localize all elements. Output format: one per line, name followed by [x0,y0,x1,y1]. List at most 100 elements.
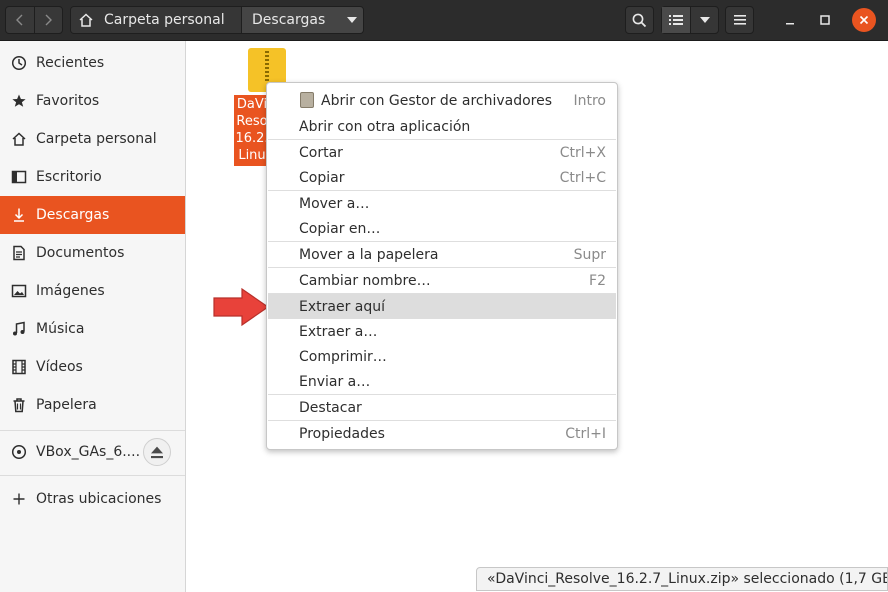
menu-item-label: Enviar a… [299,373,371,390]
sidebar-item-descargas[interactable]: Descargas [0,196,185,234]
sidebar-item-carpeta-personal[interactable]: Carpeta personal [0,120,185,158]
menu-item-propiedades[interactable]: Propiedades Ctrl+I [268,421,616,446]
sidebar-item-documentos[interactable]: Documentos [0,234,185,272]
menu-item-extraer-a[interactable]: Extraer a… [268,319,616,344]
forward-button[interactable] [33,7,62,33]
archive-manager-icon [300,92,314,108]
sidebar-item-videos[interactable]: Vídeos [0,348,185,386]
close-icon [859,15,869,25]
menu-item-label: Copiar [299,169,345,186]
trash-icon [13,398,25,413]
menu-item-label: Propiedades [299,425,385,442]
file-name-line: Linu [238,148,266,163]
status-text: «DaVinci_Resolve_16.2.7_Linux.zip» selec… [487,571,888,587]
sidebar-item-favoritos[interactable]: Favoritos [0,82,185,120]
sidebar-item-label: Recientes [36,55,105,71]
view-options [661,6,719,34]
sidebar-item-label: Imágenes [36,283,105,299]
sidebar-separator [0,430,185,431]
sidebar-item-device[interactable]: VBox_GAs_6.... [0,433,185,471]
menu-item-comprimir[interactable]: Comprimir… [268,344,616,369]
menu-item-shortcut: Ctrl+X [559,144,606,161]
path-segment-label: Carpeta personal [104,12,225,28]
sidebar-item-label: Otras ubicaciones [36,491,162,507]
path-segment-home[interactable]: Carpeta personal [71,7,241,33]
sidebar-item-label: Papelera [36,397,97,413]
search-button[interactable] [625,6,654,34]
file-name-line: 16.2. [235,131,269,146]
eject-icon [151,446,163,459]
menu-item-label: Destacar [299,399,362,416]
menu-item-label: Extraer a… [299,323,378,340]
menu-item-label: Mover a… [299,195,370,212]
menu-item-destacar[interactable]: Destacar [268,395,616,420]
view-menu-button[interactable] [690,7,718,33]
menu-item-label: Mover a la papelera [299,246,439,263]
video-icon [12,359,26,375]
eject-button[interactable] [143,438,171,466]
close-button[interactable] [852,8,876,32]
menu-item-label: Extraer aquí [299,298,386,315]
maximize-button[interactable] [812,7,838,33]
menu-item-abrir-otra[interactable]: Abrir con otra aplicación [268,114,616,139]
menu-item-shortcut: Supr [573,246,606,263]
menu-item-cortar[interactable]: Cortar Ctrl+X [268,140,616,165]
menu-item-shortcut: Ctrl+C [559,169,606,186]
sidebar-item-label: Documentos [36,245,125,261]
home-icon [12,132,26,146]
menu-item-copiar[interactable]: Copiar Ctrl+C [268,165,616,190]
disc-icon [11,444,27,460]
menu-item-mover-a[interactable]: Mover a… [268,191,616,216]
context-menu: Abrir con Gestor de archivadores Intro A… [266,82,618,450]
sidebar-item-label: Escritorio [36,169,102,185]
sidebar-item-label: Carpeta personal [36,131,157,147]
menu-item-extraer-aqui[interactable]: Extraer aquí [268,294,616,319]
menu-item-mover-papelera[interactable]: Mover a la papelera Supr [268,242,616,267]
menu-item-cambiar-nombre[interactable]: Cambiar nombre… F2 [268,268,616,293]
home-icon [79,13,93,27]
menu-item-enviar-a[interactable]: Enviar a… [268,369,616,394]
star-icon [12,94,26,107]
sidebar-item-recientes[interactable]: Recientes [0,44,185,82]
menu-item-label: Abrir con otra aplicación [299,118,471,135]
clock-icon [11,55,27,71]
download-icon [14,208,24,222]
maximize-icon [820,15,830,25]
sidebar-item-musica[interactable]: Música [0,310,185,348]
menu-item-label: Cortar [299,144,343,161]
menu-item-label: Cambiar nombre… [299,272,431,289]
menu-item-abrir-gestor[interactable]: Abrir con Gestor de archivadores Intro [268,88,616,113]
sidebar-item-label: VBox_GAs_6.... [36,444,141,460]
search-icon [632,13,647,27]
sidebar-item-label: Descargas [36,207,110,223]
menu-item-label: Comprimir… [299,348,387,365]
document-icon [13,245,25,261]
minimize-button[interactable] [777,7,803,33]
sidebar-item-escritorio[interactable]: Escritorio [0,158,185,196]
list-view-button[interactable] [662,7,691,33]
path-bar: Carpeta personal Descargas [70,6,364,34]
navigation-buttons [5,6,63,34]
sidebar-item-imagenes[interactable]: Imágenes [0,272,185,310]
sidebar-item-papelera[interactable]: Papelera [0,386,185,424]
back-button[interactable] [6,7,34,33]
sidebar-item-label: Vídeos [36,359,83,375]
menu-item-shortcut: Intro [573,92,606,109]
sidebar-separator [0,475,185,476]
menu-item-copiar-en[interactable]: Copiar en… [268,216,616,241]
file-name-line: Reso [236,114,268,129]
main-menu-button[interactable] [725,6,754,34]
menu-item-label: Abrir con Gestor de archivadores [321,92,553,109]
file-name-label[interactable]: DaVi Reso 16.2. Linu [234,95,270,166]
image-icon [11,284,27,298]
desktop-icon [11,170,27,184]
status-bar: «DaVinci_Resolve_16.2.7_Linux.zip» selec… [476,567,888,591]
header-bar: Carpeta personal Descargas [0,0,888,41]
sidebar-item-otras-ubicaciones[interactable]: Otras ubicaciones [0,480,185,518]
path-segment-current[interactable]: Descargas [241,7,363,33]
file-name-line: DaVi [236,97,268,112]
chevron-left-icon [15,14,23,26]
menu-item-label: Copiar en… [299,220,381,237]
sidebar-item-label: Favoritos [36,93,100,109]
chevron-right-icon [45,14,53,26]
